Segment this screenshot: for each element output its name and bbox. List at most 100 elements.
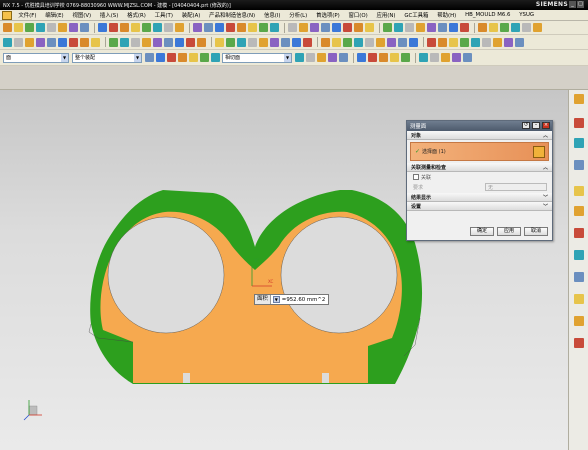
toolbar-tool-icon[interactable]: [80, 37, 89, 47]
menu-tools[interactable]: 工具(T): [150, 11, 177, 19]
toolbar-tool-icon[interactable]: [120, 37, 129, 47]
toolbar-tool-icon[interactable]: [226, 37, 235, 47]
menu-help[interactable]: 帮助(H): [433, 11, 461, 19]
menu-ysug[interactable]: YSUG: [515, 12, 539, 18]
toolbar-tool-icon[interactable]: [3, 37, 12, 47]
toolbar-tool-icon[interactable]: [259, 37, 268, 47]
toolbar-tool-icon[interactable]: [80, 23, 89, 32]
toolbar-tool-icon[interactable]: [281, 37, 290, 47]
selection-scope-select[interactable]: 整个装配 ▼: [72, 52, 142, 63]
toolbar-tool-icon[interactable]: [449, 23, 458, 32]
toolbar-tool-icon[interactable]: [306, 52, 315, 62]
chevron-down-icon[interactable]: ▼: [272, 296, 280, 303]
reset-icon[interactable]: ↺: [522, 122, 530, 129]
toolbar-tool-icon[interactable]: [493, 37, 502, 47]
toolbar-tool-icon[interactable]: [533, 23, 542, 32]
menu-hb-mould[interactable]: HB_MOULD M6.6: [461, 12, 515, 18]
toolbar-tool-icon[interactable]: [354, 23, 363, 32]
collapse-icon[interactable]: –: [532, 122, 540, 129]
toolbar-tool-icon[interactable]: [504, 37, 513, 47]
toolbar-tool-icon[interactable]: [58, 37, 67, 47]
resource-bar-icon[interactable]: [574, 272, 584, 282]
toolbar-tool-icon[interactable]: [317, 52, 326, 62]
toolbar-tool-icon[interactable]: [167, 53, 176, 62]
section-results[interactable]: 结果显示 ﹀: [407, 193, 552, 202]
menu-information[interactable]: 信息(I): [260, 11, 285, 19]
toolbar-tool-icon[interactable]: [109, 23, 118, 32]
menu-format[interactable]: 格式(R): [123, 11, 151, 19]
toolbar-tool-icon[interactable]: [321, 23, 330, 32]
toolbar-tool-icon[interactable]: [332, 37, 341, 47]
menu-analysis[interactable]: 分析(L): [285, 11, 312, 19]
resource-bar-icon[interactable]: [574, 250, 584, 260]
toolbar-tool-icon[interactable]: [416, 23, 425, 32]
toolbar-tool-icon[interactable]: [430, 52, 439, 62]
toolbar-tool-icon[interactable]: [164, 23, 173, 32]
toolbar-tool-icon[interactable]: [394, 23, 403, 32]
toolbar-tool-icon[interactable]: [175, 23, 184, 32]
menu-window[interactable]: 窗口(O): [344, 11, 372, 19]
resource-bar-icon[interactable]: [574, 160, 584, 170]
toolbar-tool-icon[interactable]: [36, 23, 45, 32]
toolbar-tool-icon[interactable]: [354, 37, 363, 47]
toolbar-tool-icon[interactable]: [193, 23, 202, 32]
close-icon[interactable]: ×: [542, 122, 550, 129]
toolbar-tool-icon[interactable]: [142, 23, 151, 32]
toolbar-tool-icon[interactable]: [164, 37, 173, 47]
select-face-row[interactable]: ✓ 选择面 (1): [410, 142, 549, 161]
toolbar-tool-icon[interactable]: [248, 37, 257, 47]
toolbar-tool-icon[interactable]: [145, 53, 154, 62]
toolbar-tool-icon[interactable]: [153, 23, 162, 32]
menu-file[interactable]: 文件(F): [14, 11, 41, 19]
toolbar-tool-icon[interactable]: [175, 37, 184, 47]
toolbar-tool-icon[interactable]: [36, 37, 45, 47]
toolbar-tool-icon[interactable]: [441, 52, 450, 62]
toolbar-tool-icon[interactable]: [449, 37, 458, 47]
toolbar-tool-icon[interactable]: [452, 52, 461, 62]
resource-bar-icon[interactable]: [574, 316, 584, 326]
toolbar-tool-icon[interactable]: [270, 37, 279, 47]
toolbar-tool-icon[interactable]: [379, 52, 388, 62]
toolbar-tool-icon[interactable]: [438, 37, 447, 47]
toolbar-tool-icon[interactable]: [522, 23, 531, 32]
toolbar-tool-icon[interactable]: [3, 23, 12, 32]
toolbar-tool-icon[interactable]: [321, 37, 330, 47]
toolbar-tool-icon[interactable]: [419, 52, 428, 62]
toolbar-tool-icon[interactable]: [120, 23, 129, 32]
toolbar-tool-icon[interactable]: [390, 52, 399, 62]
toolbar-tool-icon[interactable]: [365, 37, 374, 47]
toolbar-tool-icon[interactable]: [237, 23, 246, 32]
toolbar-tool-icon[interactable]: [211, 53, 220, 62]
menu-edit[interactable]: 编辑(E): [41, 11, 68, 19]
toolbar-tool-icon[interactable]: [215, 37, 224, 47]
toolbar-tool-icon[interactable]: [383, 23, 392, 32]
toolbar-tool-icon[interactable]: [186, 37, 195, 47]
toolbar-tool-icon[interactable]: [142, 37, 151, 47]
toolbar-tool-icon[interactable]: [14, 23, 23, 32]
toolbar-tool-icon[interactable]: [460, 23, 469, 32]
toolbar-tool-icon[interactable]: [69, 23, 78, 32]
toolbar-tool-icon[interactable]: [259, 23, 268, 32]
toolbar-tool-icon[interactable]: [365, 23, 374, 32]
toolbar-tool-icon[interactable]: [500, 23, 509, 32]
toolbar-tool-icon[interactable]: [489, 23, 498, 32]
face-select-icon[interactable]: [533, 146, 545, 158]
toolbar-tool-icon[interactable]: [339, 52, 348, 62]
toolbar-tool-icon[interactable]: [197, 37, 206, 47]
toolbar-tool-icon[interactable]: [438, 23, 447, 32]
toolbar-tool-icon[interactable]: [47, 37, 56, 47]
section-associated[interactable]: 关联测量和检查 ︿: [407, 163, 552, 172]
toolbar-tool-icon[interactable]: [69, 37, 78, 47]
toolbar-tool-icon[interactable]: [156, 53, 165, 62]
toolbar-tool-icon[interactable]: [288, 23, 297, 32]
toolbar-tool-icon[interactable]: [343, 37, 352, 47]
toolbar-tool-icon[interactable]: [91, 37, 100, 47]
maximize-button[interactable]: □: [577, 1, 584, 8]
menu-view[interactable]: 视图(V): [68, 11, 95, 19]
toolbar-tool-icon[interactable]: [189, 53, 198, 62]
face-rule-select[interactable]: 相切面 ▼: [222, 52, 292, 63]
toolbar-tool-icon[interactable]: [471, 37, 480, 47]
section-settings[interactable]: 设置 ﹀: [407, 202, 552, 211]
resource-bar-icon[interactable]: [574, 138, 584, 148]
menu-assemblies[interactable]: 装配(A): [177, 11, 204, 19]
